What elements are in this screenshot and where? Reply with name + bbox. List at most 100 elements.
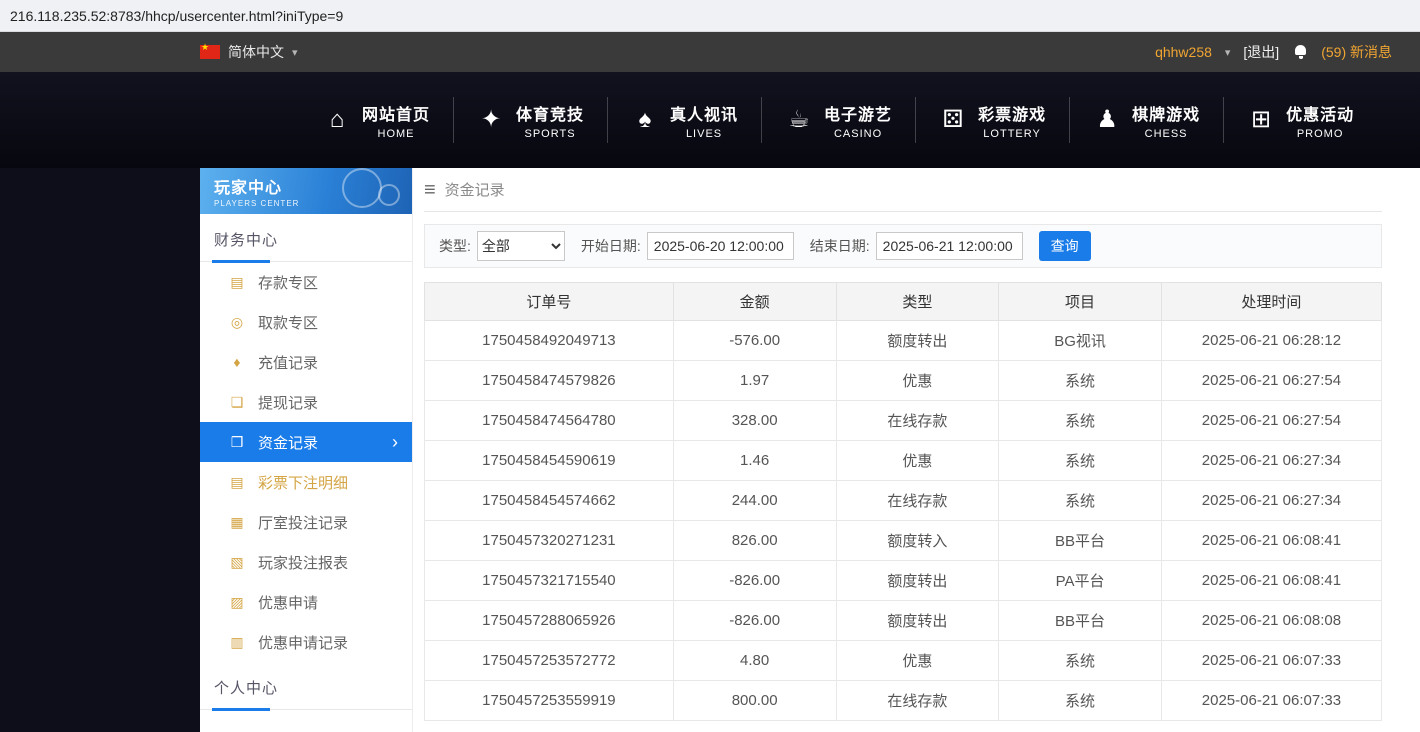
- nav-item[interactable]: ☕ 电子游艺 CASINO: [761, 97, 915, 143]
- cell-order-number: 1750458454574662: [425, 481, 674, 521]
- nav-label-en: CASINO: [834, 128, 882, 140]
- username-menu[interactable]: qhhw258: [1155, 44, 1212, 60]
- table-header-cell: 订单号: [425, 283, 674, 321]
- recharge-record-icon: ♦: [229, 355, 245, 369]
- search-button[interactable]: 查询: [1039, 231, 1091, 261]
- sidebar-item-label: 提现记录: [258, 392, 318, 413]
- cell-type: 优惠: [836, 641, 999, 681]
- sidebar-item[interactable]: ▧ 玩家投注报表: [200, 542, 412, 582]
- cell-time: 2025-06-21 06:28:12: [1161, 321, 1381, 361]
- table-row: 1750457253572772 4.80 优惠 系统 2025-06-21 0…: [425, 641, 1382, 681]
- cell-amount: 244.00: [673, 481, 836, 521]
- cell-type: 在线存款: [836, 481, 999, 521]
- cell-amount: 328.00: [673, 401, 836, 441]
- type-select[interactable]: 全部: [477, 231, 565, 261]
- cell-project: 系统: [999, 401, 1162, 441]
- nav-label-cn: 体育竞技: [516, 101, 584, 125]
- sidebar-subtitle: PLAYERS CENTER: [214, 199, 412, 208]
- cell-time: 2025-06-21 06:08:41: [1161, 521, 1381, 561]
- promo-apply-icon: ▨: [229, 595, 245, 609]
- start-date-label: 开始日期:: [581, 236, 641, 256]
- end-date-input[interactable]: [876, 232, 1023, 260]
- sidebar-item[interactable]: ▨ 优惠申请: [200, 582, 412, 622]
- cell-project: 系统: [999, 481, 1162, 521]
- table-row: 1750457288065926 -826.00 额度转出 BB平台 2025-…: [425, 601, 1382, 641]
- cell-amount: 1.46: [673, 441, 836, 481]
- sidebar-item[interactable]: ❏ 提现记录: [200, 382, 412, 422]
- sidebar-title: 玩家中心: [214, 174, 412, 198]
- cell-order-number: 1750457321715540: [425, 561, 674, 601]
- sidebar-item[interactable]: ◎ 取款专区: [200, 302, 412, 342]
- cell-time: 2025-06-21 06:07:33: [1161, 681, 1381, 721]
- sidebar-item-label: 优惠申请: [258, 592, 318, 613]
- cell-time: 2025-06-21 06:27:34: [1161, 441, 1381, 481]
- new-messages-link[interactable]: (59) 新消息: [1321, 42, 1392, 62]
- casino-icon: ☕: [785, 108, 813, 132]
- table-header-row: 订单号 金额 类型 项目 处理时间: [425, 283, 1382, 321]
- nav-item[interactable]: ♟ 棋牌游戏 CHESS: [1069, 97, 1223, 143]
- sidebar-item[interactable]: ▥ 优惠申请记录: [200, 622, 412, 662]
- cell-amount: -826.00: [673, 601, 836, 641]
- sidebar-item-label: 充值记录: [258, 352, 318, 373]
- promo-icon: ⊞: [1247, 108, 1275, 132]
- sidebar-item-label: 取款专区: [258, 312, 318, 333]
- nav-item[interactable]: ⊞ 优惠活动 PROMO: [1223, 97, 1377, 143]
- cell-order-number: 1750457288065926: [425, 601, 674, 641]
- nav-label-cn: 棋牌游戏: [1132, 101, 1200, 125]
- nav-label-en: PROMO: [1297, 128, 1344, 140]
- address-bar[interactable]: 216.118.235.52:8783/hhcp/usercenter.html…: [0, 0, 1420, 32]
- cell-project: BG视讯: [999, 321, 1162, 361]
- main-nav: ⌂ 网站首页 HOME ✦ 体育竞技 SPORTS ♠ 真人视讯 LIVES ☕: [0, 72, 1420, 168]
- nav-item[interactable]: ✦ 体育竞技 SPORTS: [453, 97, 607, 143]
- breadcrumb: 资金记录: [424, 168, 1382, 212]
- sidebar-item-label: 存款专区: [258, 272, 318, 293]
- nav-label-cn: 优惠活动: [1286, 101, 1354, 125]
- page-title: 资金记录: [445, 179, 505, 200]
- table-header-cell: 金额: [673, 283, 836, 321]
- nav-item[interactable]: ⌂ 网站首页 HOME: [300, 97, 453, 143]
- chevron-down-icon: [1225, 46, 1231, 59]
- start-date-input[interactable]: [647, 232, 794, 260]
- cell-order-number: 1750458454590619: [425, 441, 674, 481]
- cell-time: 2025-06-21 06:07:33: [1161, 641, 1381, 681]
- logout-button[interactable]: [退出]: [1243, 42, 1279, 62]
- cell-project: 系统: [999, 361, 1162, 401]
- table-row: 1750458474579826 1.97 优惠 系统 2025-06-21 0…: [425, 361, 1382, 401]
- cell-amount: 4.80: [673, 641, 836, 681]
- nav-label-cn: 真人视讯: [670, 101, 738, 125]
- menu-toggle-icon[interactable]: [424, 180, 436, 200]
- sidebar-item[interactable]: ▤ 彩票下注明细: [200, 462, 412, 502]
- cell-project: PA平台: [999, 561, 1162, 601]
- nav-item[interactable]: ⚄ 彩票游戏 LOTTERY: [915, 97, 1069, 143]
- cell-type: 额度转出: [836, 561, 999, 601]
- sports-icon: ✦: [477, 108, 505, 132]
- table-header-cell: 处理时间: [1161, 283, 1381, 321]
- sidebar-item-label: 优惠申请记录: [258, 632, 348, 653]
- cell-time: 2025-06-21 06:08:41: [1161, 561, 1381, 601]
- table-row: 1750458454590619 1.46 优惠 系统 2025-06-21 0…: [425, 441, 1382, 481]
- sidebar-item[interactable]: ▤ 存款专区: [200, 262, 412, 302]
- sidebar-item[interactable]: ♦ 充值记录: [200, 342, 412, 382]
- china-flag-icon: [200, 45, 220, 59]
- table-row: 1750457320271231 826.00 额度转入 BB平台 2025-0…: [425, 521, 1382, 561]
- sidebar-item[interactable]: ▦ 厅室投注记录: [200, 502, 412, 542]
- lottery-icon: ⚄: [939, 108, 967, 132]
- funds-record-icon: ❒: [229, 435, 245, 449]
- nav-label-en: CHESS: [1145, 128, 1188, 140]
- table-header-cell: 项目: [999, 283, 1162, 321]
- sidebar-item[interactable]: ❒ 资金记录: [200, 422, 412, 462]
- cell-order-number: 1750457320271231: [425, 521, 674, 561]
- notification-bell-icon[interactable]: [1292, 44, 1308, 60]
- cell-type: 额度转入: [836, 521, 999, 561]
- cell-type: 在线存款: [836, 681, 999, 721]
- cell-time: 2025-06-21 06:27:34: [1161, 481, 1381, 521]
- cell-type: 优惠: [836, 361, 999, 401]
- cell-order-number: 1750457253559919: [425, 681, 674, 721]
- nav-label-cn: 网站首页: [362, 101, 430, 125]
- nav-item[interactable]: ♠ 真人视讯 LIVES: [607, 97, 761, 143]
- language-selector[interactable]: 简体中文: [200, 42, 298, 62]
- cell-amount: 1.97: [673, 361, 836, 401]
- cell-order-number: 1750458474564780: [425, 401, 674, 441]
- cell-amount: 800.00: [673, 681, 836, 721]
- address-url[interactable]: 216.118.235.52:8783/hhcp/usercenter.html…: [10, 8, 343, 24]
